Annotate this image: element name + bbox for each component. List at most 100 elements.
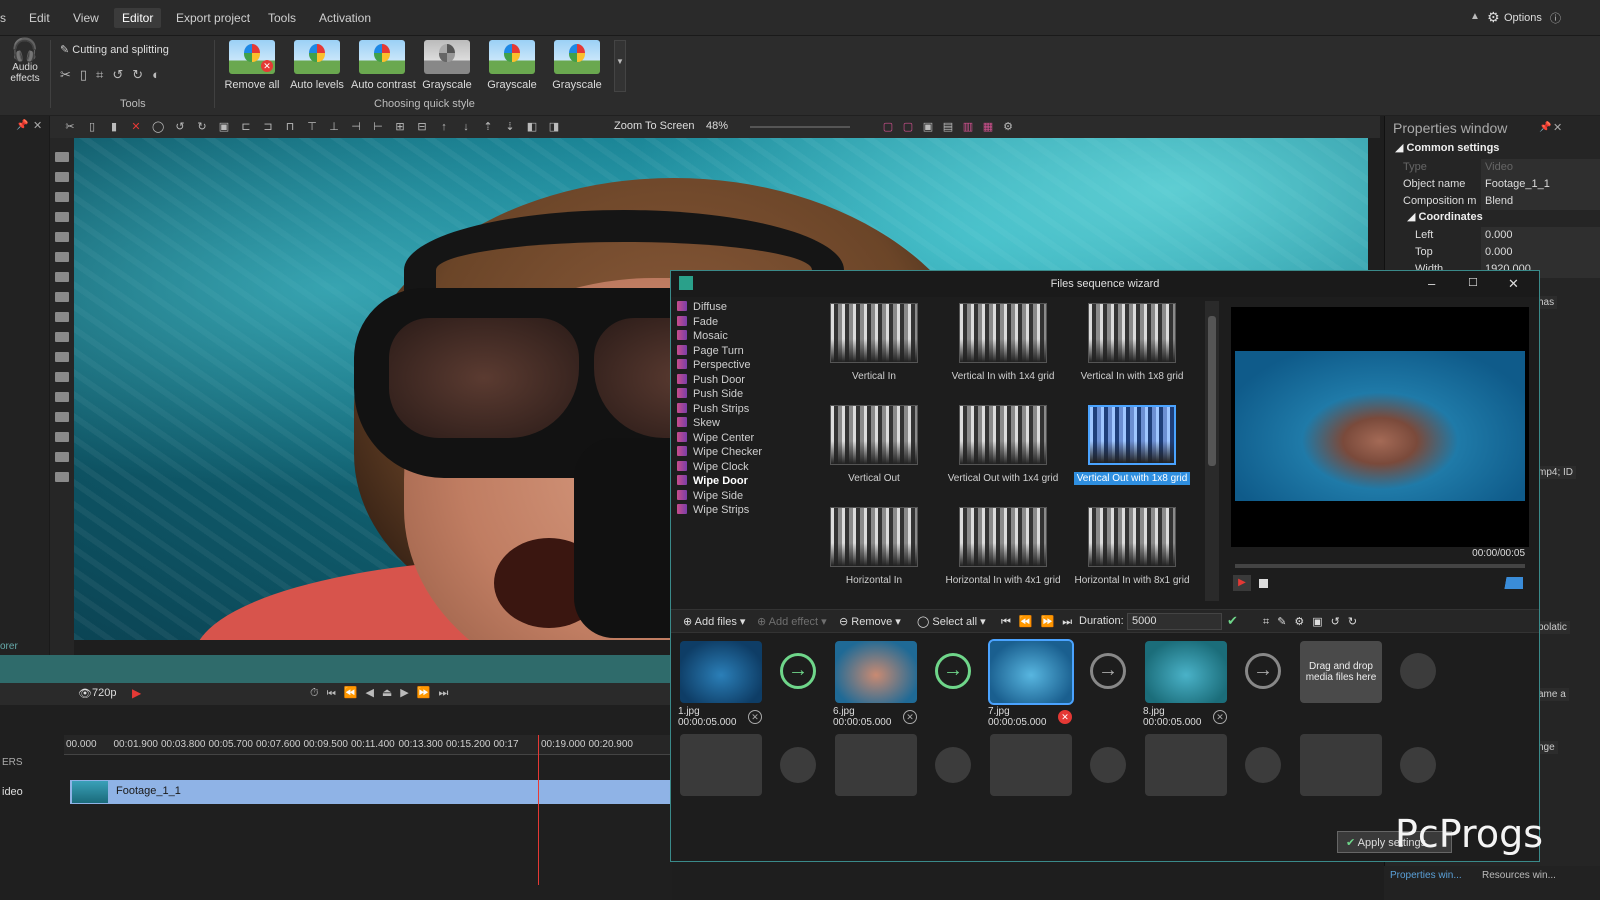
preview-play-button[interactable]: ▶ bbox=[1233, 575, 1251, 591]
drop-zone[interactable]: Drag and drop media files here bbox=[1300, 641, 1382, 703]
quick-style-4[interactable]: Grayscale bbox=[481, 40, 543, 92]
properties-window-tab[interactable]: Properties win... bbox=[1390, 870, 1462, 881]
media-thumbnail[interactable] bbox=[835, 641, 917, 703]
toolbar-button-icon[interactable]: ⊟ bbox=[416, 121, 428, 133]
explorer-tab-partial[interactable]: orer bbox=[0, 641, 18, 652]
duration-input[interactable]: 5000 bbox=[1127, 613, 1222, 630]
transport-controls[interactable]: ⏱⏮⏪◀⏏▶⏩⏭ bbox=[310, 686, 456, 700]
subtitle-icon[interactable] bbox=[55, 312, 69, 322]
menu-item-activation[interactable]: Activation bbox=[319, 11, 371, 25]
equalizer-icon[interactable] bbox=[55, 452, 69, 462]
layout-button-icon[interactable]: ▢ bbox=[882, 121, 894, 133]
coordinate-row[interactable]: Left 0.000 bbox=[1385, 227, 1600, 244]
common-settings-group[interactable]: ◢ Common settings bbox=[1395, 141, 1499, 154]
scrollbar-thumb[interactable] bbox=[1208, 316, 1216, 466]
toolbar-button-icon[interactable]: ▯ bbox=[86, 121, 98, 133]
transition-thumbnail[interactable]: Vertical In bbox=[809, 303, 939, 399]
transition-thumbnail[interactable]: Vertical In with 1x8 grid bbox=[1067, 303, 1197, 399]
transition-thumbnail[interactable]: Vertical Out with 1x8 grid bbox=[1067, 405, 1197, 501]
zoom-slider[interactable] bbox=[750, 126, 850, 128]
property-value[interactable]: Footage_1_1 bbox=[1481, 176, 1600, 193]
cutting-and-splitting-button[interactable]: ✎ Cutting and splitting bbox=[60, 43, 169, 56]
toolbar-button-icon[interactable]: ↺ bbox=[174, 121, 186, 133]
transition-thumbnail[interactable]: Horizontal In with 4x1 grid bbox=[938, 507, 1068, 603]
toolbar-button-icon[interactable]: ◨ bbox=[548, 121, 560, 133]
video-icon[interactable] bbox=[55, 432, 69, 442]
property-row[interactable]: Object name Footage_1_1 bbox=[1385, 176, 1600, 193]
add-effect-button[interactable]: ⊕ Add effect ▾ bbox=[757, 615, 827, 628]
layers-icon[interactable] bbox=[55, 192, 69, 202]
transition-arrow-icon[interactable]: → bbox=[1245, 653, 1281, 689]
toolbar-button-icon[interactable]: ⇣ bbox=[504, 121, 516, 133]
preview-quality-select[interactable]: 720p bbox=[92, 687, 116, 699]
select-all-button[interactable]: ◯ Select all ▾ bbox=[917, 615, 986, 628]
tools-icon-row[interactable]: ✂▯⌗↺↻◐ bbox=[60, 67, 169, 83]
resources-window-tab[interactable]: Resources win... bbox=[1482, 870, 1556, 881]
close-icon[interactable]: ✕ bbox=[1508, 276, 1519, 292]
transition-thumbnail[interactable]: Vertical Out with 1x4 grid bbox=[938, 405, 1068, 501]
toolbar-button-icon[interactable]: ↓ bbox=[460, 121, 472, 133]
effect-item[interactable]: Perspective bbox=[677, 359, 750, 373]
toolbar-button-icon[interactable]: ◧ bbox=[526, 121, 538, 133]
coordinates-group[interactable]: ◢ Coordinates bbox=[1407, 210, 1483, 223]
menu-item-editor[interactable]: Editor bbox=[114, 8, 162, 28]
transition-thumbnail[interactable]: Vertical In with 1x4 grid bbox=[938, 303, 1068, 399]
toolbar-button-icon[interactable]: ⊞ bbox=[394, 121, 406, 133]
playhead[interactable] bbox=[538, 735, 539, 885]
toolbar-button-icon[interactable]: ▮ bbox=[108, 121, 120, 133]
ellipse-icon[interactable] bbox=[55, 252, 69, 262]
toolbar-button-icon[interactable]: ▣ bbox=[218, 121, 230, 133]
property-value[interactable]: Blend bbox=[1481, 193, 1600, 210]
close-icon[interactable]: ✕ bbox=[33, 119, 42, 132]
transition-arrow-icon[interactable]: → bbox=[935, 653, 971, 689]
pointer-icon[interactable] bbox=[55, 152, 69, 162]
menu-item-file-partial[interactable]: s bbox=[0, 11, 6, 25]
transition-arrow-icon[interactable]: → bbox=[780, 653, 816, 689]
layout-button-icon[interactable]: ▢ bbox=[902, 121, 914, 133]
effect-item[interactable]: Wipe Checker bbox=[677, 446, 762, 460]
maximize-icon[interactable]: ☐ bbox=[1468, 276, 1478, 289]
volume-icon[interactable] bbox=[1491, 577, 1523, 589]
effect-item[interactable]: Wipe Center bbox=[677, 431, 754, 446]
property-value[interactable]: Video bbox=[1481, 159, 1600, 176]
effect-item[interactable]: Mosaic bbox=[677, 330, 728, 344]
layer-icon[interactable] bbox=[55, 172, 69, 182]
toolbar-button-icon[interactable]: ↻ bbox=[196, 121, 208, 133]
effect-item[interactable]: Wipe Side bbox=[677, 489, 743, 504]
media-thumbnail[interactable] bbox=[1145, 641, 1227, 703]
effect-item[interactable]: Wipe Strips bbox=[677, 504, 749, 518]
pin-icon[interactable]: 📌 bbox=[16, 120, 28, 131]
remove-media-icon[interactable]: ✕ bbox=[1058, 710, 1072, 724]
menu-item-export-project[interactable]: Export project bbox=[176, 11, 250, 25]
property-row[interactable]: Composition m Blend bbox=[1385, 193, 1600, 210]
layout-button-icon[interactable]: ⚙ bbox=[1002, 121, 1014, 133]
effect-item[interactable]: Wipe Clock bbox=[677, 460, 749, 475]
image-icon[interactable] bbox=[55, 392, 69, 402]
coordinate-value[interactable]: 0.000 bbox=[1481, 227, 1600, 244]
layout-button-icon[interactable]: ▦ bbox=[982, 121, 994, 133]
chart-icon[interactable] bbox=[55, 352, 69, 362]
line-icon[interactable] bbox=[55, 212, 69, 222]
transition-thumbnail[interactable]: Horizontal In with 8x1 grid bbox=[1067, 507, 1197, 603]
info-icon[interactable]: ⓘ bbox=[1550, 10, 1561, 26]
zoom-mode-label[interactable]: Zoom To Screen bbox=[614, 120, 695, 132]
gear-icon[interactable]: ⚙ bbox=[1487, 9, 1500, 26]
property-row[interactable]: Type Video bbox=[1385, 159, 1600, 176]
play-icon[interactable]: ▶ bbox=[132, 686, 141, 700]
effect-item[interactable]: Page Turn bbox=[677, 344, 744, 359]
toolbar-button-icon[interactable]: ⊤ bbox=[306, 121, 318, 133]
collapse-ribbon-icon[interactable]: ▲ bbox=[1470, 11, 1480, 22]
zoom-value[interactable]: 48% bbox=[706, 120, 728, 132]
audio-icon[interactable] bbox=[55, 412, 69, 422]
toolbar-button-icon[interactable]: ◯ bbox=[152, 121, 164, 133]
move-icon[interactable] bbox=[55, 472, 69, 482]
menu-item-view[interactable]: View bbox=[73, 11, 99, 25]
effect-item[interactable]: Push Door bbox=[677, 373, 745, 388]
toolbar-button-icon[interactable]: ✕ bbox=[130, 121, 142, 133]
remove-button[interactable]: ⊖ Remove ▾ bbox=[839, 615, 901, 628]
close-icon[interactable]: ✕ bbox=[1553, 121, 1562, 134]
timeline-ruler[interactable]: 00.000 00:01.900 00:03.800 00:05.700 00:07.6… bbox=[64, 735, 672, 755]
preview-progress[interactable] bbox=[1235, 564, 1525, 568]
eye-icon[interactable]: 👁 bbox=[78, 687, 92, 700]
layout-button-icon[interactable]: ▣ bbox=[922, 121, 934, 133]
